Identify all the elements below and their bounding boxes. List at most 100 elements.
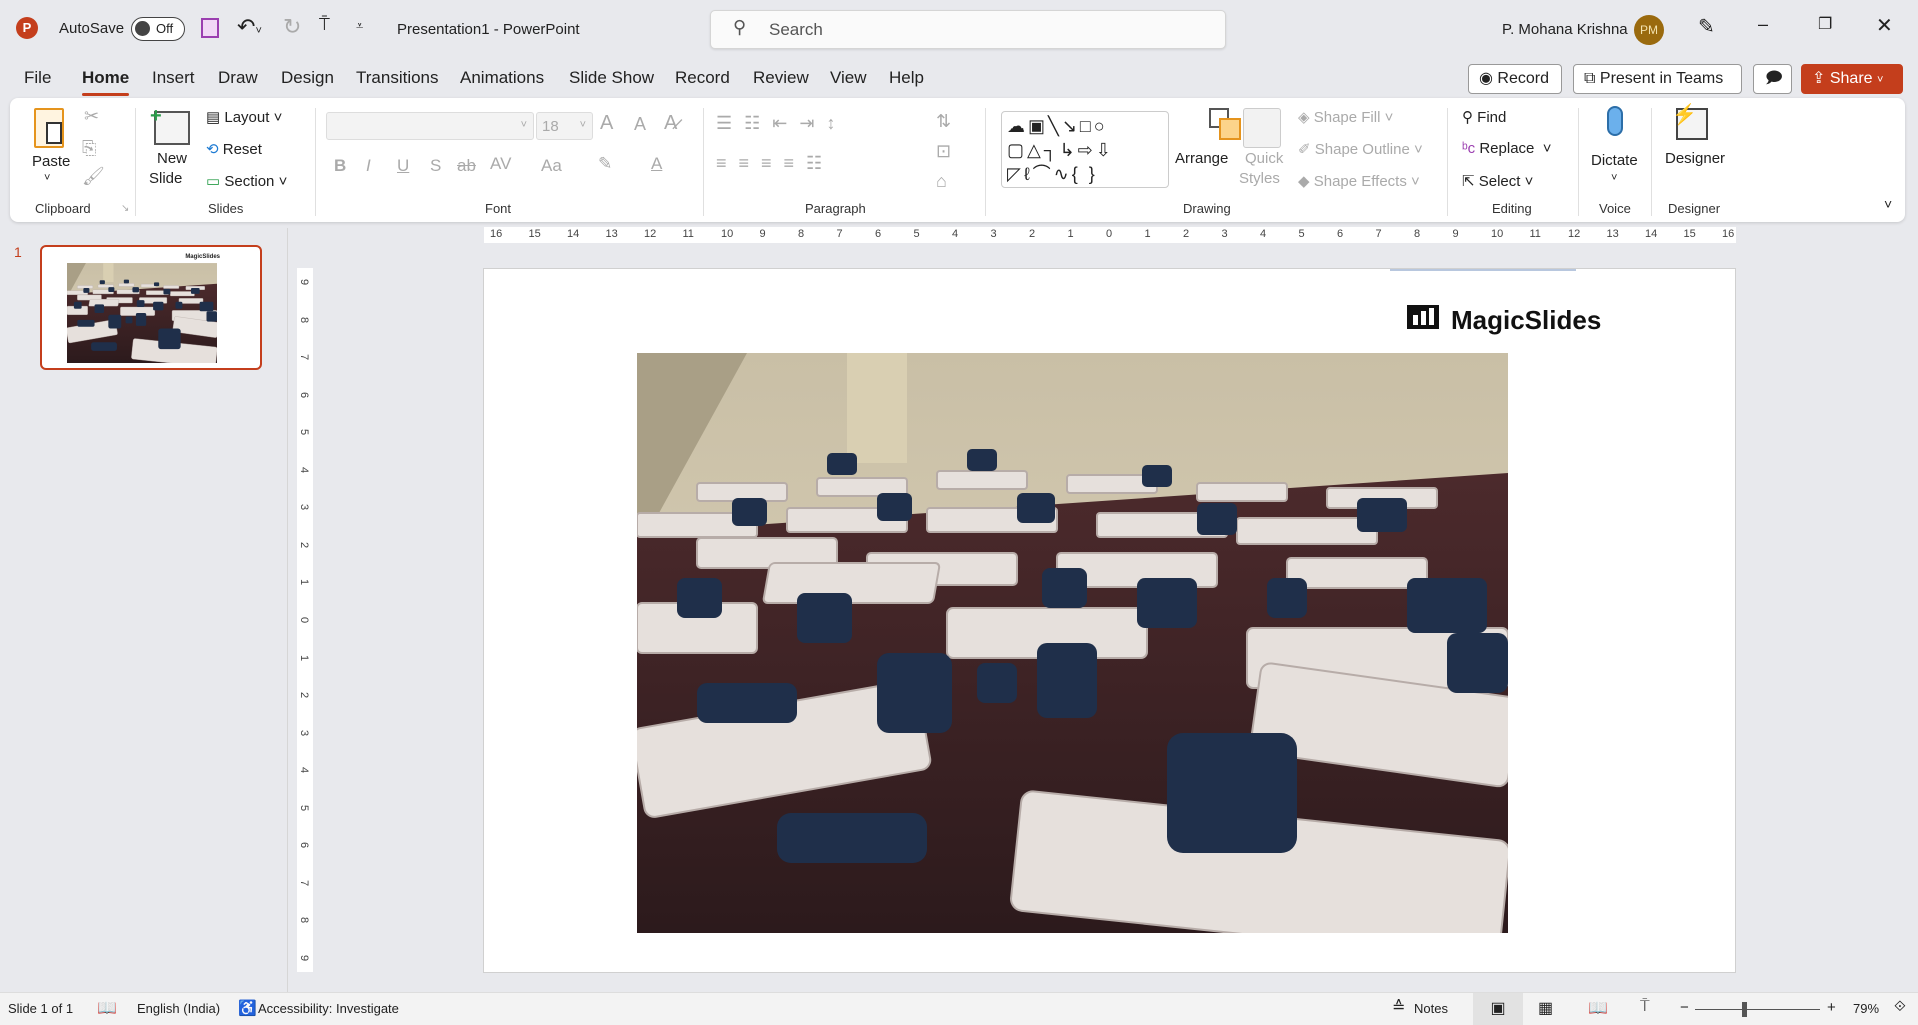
ruler-tick-label: 9 xyxy=(759,228,766,240)
group-label-designer: Designer xyxy=(1668,201,1721,216)
shrink-font-button[interactable]: A xyxy=(634,114,646,135)
arrange-button[interactable]: Arrange xyxy=(1175,150,1228,167)
quick-styles-button[interactable]: Styles xyxy=(1239,170,1280,187)
dictate-button[interactable]: Dictate xyxy=(1591,152,1638,169)
clear-formatting-icon[interactable]: A̷ xyxy=(664,112,677,135)
select-button[interactable]: ⇱ Select ˅ xyxy=(1462,172,1533,190)
cut-icon[interactable]: ✂ xyxy=(84,106,99,127)
quick-styles-label[interactable]: Quick xyxy=(1245,150,1283,167)
tab-transitions[interactable]: Transitions xyxy=(356,68,439,88)
shape-outline-button[interactable]: ✐ Shape Outline ˅ xyxy=(1298,140,1423,158)
classroom-image[interactable] xyxy=(637,353,1508,933)
font-color-button[interactable]: A xyxy=(651,154,662,174)
thumbnail-logo: MagicSlides xyxy=(185,254,220,260)
reset-button[interactable]: ⟲ Reset xyxy=(206,140,262,158)
undo-icon[interactable]: ↶˅ xyxy=(237,14,262,40)
language-indicator[interactable]: English (India) xyxy=(137,1001,220,1016)
accessibility-status[interactable]: Accessibility: Investigate xyxy=(258,1001,399,1016)
replace-button[interactable]: ᵇc Replace ˅ xyxy=(1462,140,1552,157)
tab-insert[interactable]: Insert xyxy=(152,68,195,88)
tab-slide-show[interactable]: Slide Show xyxy=(569,68,654,88)
zoom-slider-thumb[interactable] xyxy=(1742,1002,1747,1017)
record-button[interactable]: ◉ Record xyxy=(1468,64,1562,94)
tab-record[interactable]: Record xyxy=(675,68,730,88)
layout-label: Layout xyxy=(224,109,270,126)
tab-animations[interactable]: Animations xyxy=(460,68,544,88)
share-button[interactable]: ⇪ Share ˅ xyxy=(1801,64,1903,94)
font-name-input[interactable]: ˅ xyxy=(326,112,534,140)
collapse-ribbon-icon[interactable]: ˅ xyxy=(1884,196,1892,212)
fit-to-window-icon[interactable]: ⟐ xyxy=(1894,998,1906,1015)
tab-view[interactable]: View xyxy=(830,68,867,88)
change-case-button[interactable]: Aa xyxy=(541,156,562,176)
present-in-teams-button[interactable]: ⧉ Present in Teams xyxy=(1573,64,1742,94)
alignment-icons[interactable]: ≡≡≡≡☷ xyxy=(716,153,834,174)
slide-thumbnail[interactable]: MagicSlides xyxy=(40,245,262,370)
tab-help[interactable]: Help xyxy=(889,68,924,88)
customize-toolbar-icon[interactable]: ⩡ xyxy=(356,18,363,34)
text-direction-icons[interactable]: ⇅ ⊡ ⌂ xyxy=(936,106,951,196)
restore-icon[interactable]: ❐ xyxy=(1818,14,1832,34)
strikethrough-button[interactable]: ab xyxy=(457,156,476,176)
bold-button[interactable]: B xyxy=(334,156,346,176)
new-slide-label[interactable]: New xyxy=(157,150,187,167)
pen-icon[interactable]: ✎ xyxy=(1698,14,1715,39)
present-from-start-icon[interactable]: ⍑ xyxy=(319,14,330,35)
group-label-drawing: Drawing xyxy=(1183,201,1231,216)
spell-check-icon[interactable]: 📖 xyxy=(97,998,117,1018)
shapes-gallery[interactable]: ☁▣╲↘□○ ▢△┐↳⇨⇩ ◸ℓ⌒∿{ } xyxy=(1001,111,1169,188)
search-box[interactable]: ⚲ Search xyxy=(710,10,1226,49)
grow-font-button[interactable]: A xyxy=(600,112,613,135)
panel-divider[interactable] xyxy=(287,228,288,992)
reading-view-icon[interactable]: 📖 xyxy=(1588,998,1608,1018)
format-painter-icon[interactable]: 🖌 xyxy=(82,166,105,187)
slide-canvas[interactable]: MagicSlides xyxy=(483,268,1736,973)
shape-fill-button[interactable]: ◈ Shape Fill ˅ xyxy=(1298,108,1393,126)
new-slide-button[interactable]: Slide xyxy=(149,170,182,187)
notes-button[interactable]: Notes xyxy=(1414,1001,1448,1016)
section-button[interactable]: ▭ Section ˅ xyxy=(206,172,287,190)
shape-effects-button[interactable]: ◆ Shape Effects ˅ xyxy=(1298,172,1420,190)
save-icon[interactable] xyxy=(201,18,219,38)
dictate-chevron-icon[interactable]: ˅ xyxy=(1611,172,1617,184)
designer-button[interactable]: Designer xyxy=(1665,150,1725,167)
dialog-launcher-icon[interactable]: ↘ xyxy=(121,203,129,214)
tab-draw[interactable]: Draw xyxy=(218,68,258,88)
slide-sorter-icon[interactable]: ▦ xyxy=(1538,998,1553,1018)
zoom-in-button[interactable]: + xyxy=(1827,999,1836,1016)
autosave-toggle[interactable]: Off xyxy=(131,17,185,41)
zoom-slider[interactable] xyxy=(1695,1009,1820,1010)
avatar[interactable]: PM xyxy=(1634,15,1664,45)
zoom-level[interactable]: 79% xyxy=(1853,1001,1879,1016)
paste-chevron-icon[interactable]: ˅ xyxy=(44,172,50,184)
find-button[interactable]: ⚲ Find xyxy=(1462,108,1506,126)
layout-button[interactable]: ▤ Layout ˅ xyxy=(206,108,282,126)
notes-icon: ≙ xyxy=(1392,999,1406,1016)
list-icons[interactable]: ☰☷⇤⇥↕ xyxy=(716,113,847,134)
reset-label: Reset xyxy=(222,141,262,158)
tab-design[interactable]: Design xyxy=(281,68,334,88)
redo-icon[interactable]: ↻ xyxy=(283,14,301,40)
ruler-tick-label: 7 xyxy=(1375,228,1382,240)
character-spacing-button[interactable]: AV xyxy=(490,154,511,174)
copy-icon[interactable]: ⎘ xyxy=(82,138,96,159)
slideshow-view-icon[interactable]: ⍑ xyxy=(1640,998,1650,1016)
tab-file[interactable]: File xyxy=(24,68,51,88)
comments-button[interactable]: 🗩 xyxy=(1753,64,1792,94)
tab-home[interactable]: Home xyxy=(82,68,129,88)
normal-view-icon[interactable]: ▣ xyxy=(1473,993,1523,1025)
shape-outline-label: Shape Outline xyxy=(1314,141,1410,158)
highlight-icon[interactable]: ✎ xyxy=(598,154,612,174)
close-icon[interactable]: ✕ xyxy=(1876,13,1893,38)
zoom-out-button[interactable]: − xyxy=(1680,999,1689,1016)
shadow-button[interactable]: S xyxy=(430,156,441,176)
ruler-tick-label: 2 xyxy=(298,692,311,699)
minimize-icon[interactable]: – xyxy=(1758,14,1768,35)
tab-review[interactable]: Review xyxy=(753,68,809,88)
italic-button[interactable]: I xyxy=(366,156,371,176)
ruler-tick-label: 10 xyxy=(721,228,734,240)
underline-button[interactable]: U xyxy=(397,156,409,176)
font-size-input[interactable]: 18 ˅ xyxy=(536,112,593,140)
ruler-tick-label: 14 xyxy=(1645,228,1658,240)
paste-button[interactable]: Paste xyxy=(32,153,70,170)
